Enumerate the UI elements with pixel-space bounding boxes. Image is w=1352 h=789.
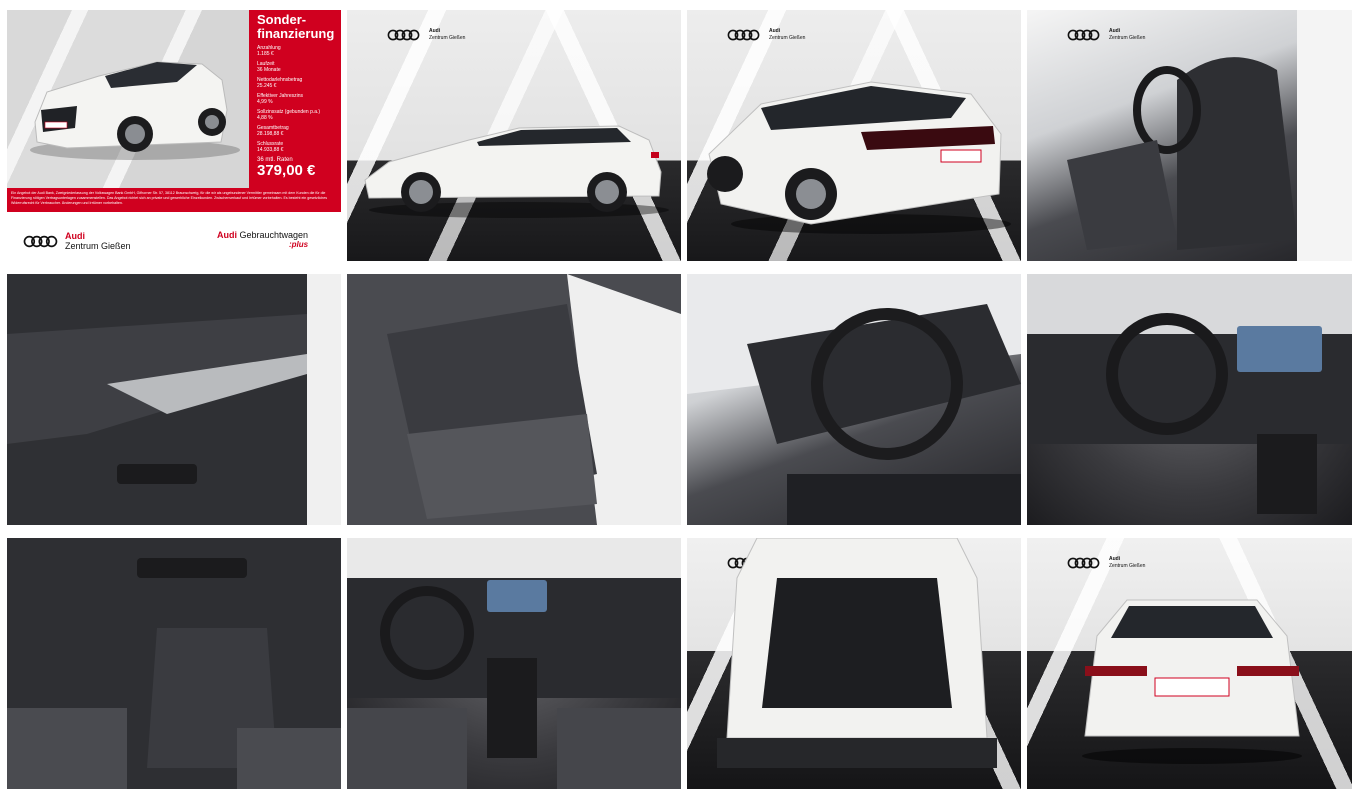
cockpit-side-illustration <box>687 274 1021 525</box>
financing-value: 25.245 € <box>257 83 277 89</box>
car-front-quarter-illustration <box>30 61 240 160</box>
rear-seats-illustration <box>347 274 681 525</box>
gallery-image-full-dashboard[interactable]: AudiZentrum Gießen <box>347 538 681 789</box>
center-console-illustration <box>7 538 341 789</box>
footer-right-brand: Audi <box>217 230 237 240</box>
car-rear-trunk-illustration <box>717 538 997 768</box>
financing-item: Nettodarlehnsbetrag 25.245 € <box>257 77 333 89</box>
car-side-illustration <box>364 125 669 218</box>
financing-item: Anzahlung 1.185 € <box>257 45 333 57</box>
gallery-image-rear-view[interactable]: Audi Zentrum Gießen <box>1027 538 1352 789</box>
audi-rings-icon <box>387 29 420 41</box>
gallery-image-financing-offer[interactable]: Sonder-finanzierung Anzahlung 1.185 € Lau… <box>7 10 341 261</box>
car-rear-quarter-illustration <box>707 81 1011 234</box>
financing-value: 1.185 € <box>257 51 274 57</box>
dealer-brand: Audi <box>429 28 441 34</box>
gallery-image-cockpit-side[interactable] <box>687 274 1021 525</box>
financing-value: 4,99 % <box>257 99 273 105</box>
footer-brand: Audi <box>65 231 85 241</box>
legal-disclaimer: Ein Angebot der Audi Bank, Zweigniederla… <box>7 188 341 212</box>
dashboard-illustration <box>1027 274 1352 514</box>
dealer-name: Zentrum Gießen <box>429 35 466 41</box>
car-front-photo <box>7 10 249 188</box>
dealer-watermark: AudiZentrum Gießen <box>1067 556 1145 570</box>
gallery-image-front-seats[interactable]: Audi Zentrum Gießen <box>1027 10 1352 261</box>
full-dashboard-illustration <box>347 538 681 789</box>
gallery-image-open-trunk[interactable]: AudiZentrum Gießen <box>687 538 1021 789</box>
financing-value: 28.198,88 € <box>257 131 284 137</box>
dealer-watermark: AudiZentrum Gießen <box>727 28 805 42</box>
audi-rings-icon <box>1067 557 1100 569</box>
financing-title: Sonder-finanzierung <box>257 12 335 41</box>
dealer-name: Zentrum Gießen <box>769 35 806 41</box>
image-gallery: Sonder-finanzierung Anzahlung 1.185 € Lau… <box>7 10 1352 789</box>
car-rear-illustration <box>1082 599 1302 764</box>
door-panel-illustration <box>7 274 341 525</box>
financing-value: 14.933,88 € <box>257 147 284 153</box>
interior-seats-illustration <box>1067 10 1352 261</box>
gallery-image-rear-seats[interactable]: AudiZentrum Gießen <box>347 274 681 525</box>
dealer-brand: Audi <box>1109 556 1121 562</box>
monthly-rate-value: 379,00 € <box>257 162 316 179</box>
financing-item: Laufzeit 36 Monate <box>257 61 333 73</box>
gallery-image-center-console[interactable]: AudiZentrum Gießen <box>7 538 341 789</box>
gallery-image-rear-quarter[interactable]: Audi Zentrum Gießen <box>687 10 1021 261</box>
footer-dealer-name: Zentrum Gießen <box>65 241 131 251</box>
dealer-name: Zentrum Gießen <box>1109 563 1146 569</box>
audi-rings-icon <box>727 29 760 41</box>
gallery-image-door-panel[interactable]: AudiZentrum Gießen <box>7 274 341 525</box>
financing-item: Gesamtbetrag 28.198,88 € <box>257 125 333 137</box>
footer-right-plus: :plus <box>288 240 309 249</box>
audi-rings-icon <box>23 235 58 248</box>
gallery-image-dashboard[interactable]: AudiZentrum Gießen <box>1027 274 1352 525</box>
footer-right-text: Gebrauchtwagen <box>239 230 309 240</box>
gallery-image-side-profile[interactable]: Audi Zentrum Gießen <box>347 10 681 261</box>
financing-item: Schlussrate 14.933,88 € <box>257 141 333 153</box>
dealer-watermark: AudiZentrum Gießen <box>387 28 465 42</box>
dealer-logo-footer: Audi Zentrum Gießen <box>23 232 131 251</box>
financing-item: Effektiver Jahreszins 4,99 % <box>257 93 333 105</box>
gebrauchtwagen-plus-logo: Audi Gebrauchtwagen :plus <box>217 230 308 249</box>
financing-item: Sollzinssatz (gebunden p.a.) 4,88 % <box>257 109 333 121</box>
financing-box: Sonder-finanzierung Anzahlung 1.185 € Lau… <box>249 10 341 188</box>
financing-value: 36 Monate <box>257 67 281 73</box>
financing-value: 4,88 % <box>257 115 273 121</box>
dealer-brand: Audi <box>769 28 781 34</box>
